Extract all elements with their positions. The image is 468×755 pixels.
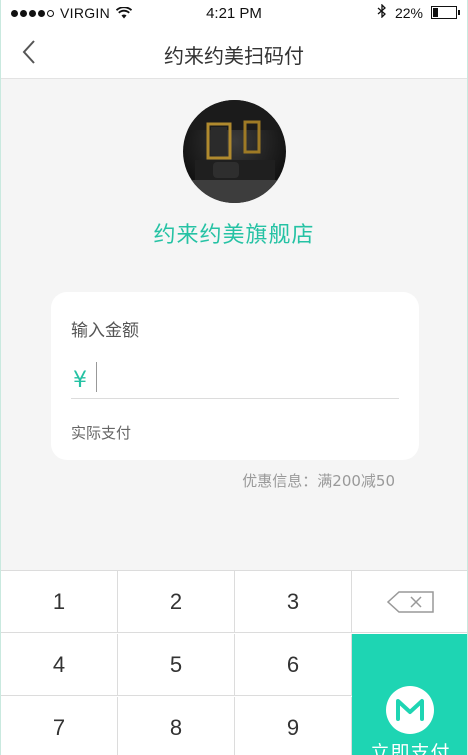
brand-logo-icon xyxy=(386,686,434,734)
bluetooth-icon xyxy=(377,3,387,21)
key-3[interactable]: 3 xyxy=(235,571,352,633)
store-name: 约来约美旗舰店 xyxy=(153,223,315,248)
battery-percent: 22% xyxy=(394,4,423,21)
status-right: 22% xyxy=(377,3,460,21)
key-1[interactable]: 1 xyxy=(1,571,118,633)
amount-label: 输入金额 xyxy=(71,321,139,341)
key-5[interactable]: 5 xyxy=(118,634,235,696)
status-bar: VIRGIN 4:21 PM 22% xyxy=(1,0,467,26)
key-6[interactable]: 6 xyxy=(235,634,352,696)
key-7[interactable]: 7 xyxy=(1,697,118,755)
text-cursor xyxy=(96,362,97,392)
pay-now-label: 立即支付 xyxy=(370,742,451,755)
page-title: 约来约美扫码付 xyxy=(164,44,304,68)
key-9[interactable]: 9 xyxy=(235,697,352,755)
actual-pay-label: 实际支付 xyxy=(71,424,132,442)
screen: VIRGIN 4:21 PM 22% 约来约美扫码付 约来约美旗舰店 输入金额 … xyxy=(0,0,468,755)
key-2[interactable]: 2 xyxy=(118,571,235,633)
currency-symbol: ¥ xyxy=(73,368,87,393)
delete-button[interactable] xyxy=(352,571,467,633)
key-4[interactable]: 4 xyxy=(1,634,118,696)
backspace-icon xyxy=(386,590,434,613)
amount-row: ¥ xyxy=(71,362,399,399)
keypad: 1 2 3 4 5 6 7 8 9 立即支付 xyxy=(1,570,467,755)
key-8[interactable]: 8 xyxy=(118,697,235,755)
battery-icon xyxy=(431,6,460,19)
pay-now-button[interactable]: 立即支付 xyxy=(352,634,467,755)
store-avatar xyxy=(183,100,286,203)
amount-input[interactable] xyxy=(101,362,399,398)
discount-info: 优惠信息：满200减50 xyxy=(242,472,395,490)
amount-card: 输入金额 ¥ 实际支付 xyxy=(51,292,419,460)
nav-bar: 约来约美扫码付 xyxy=(1,26,467,79)
